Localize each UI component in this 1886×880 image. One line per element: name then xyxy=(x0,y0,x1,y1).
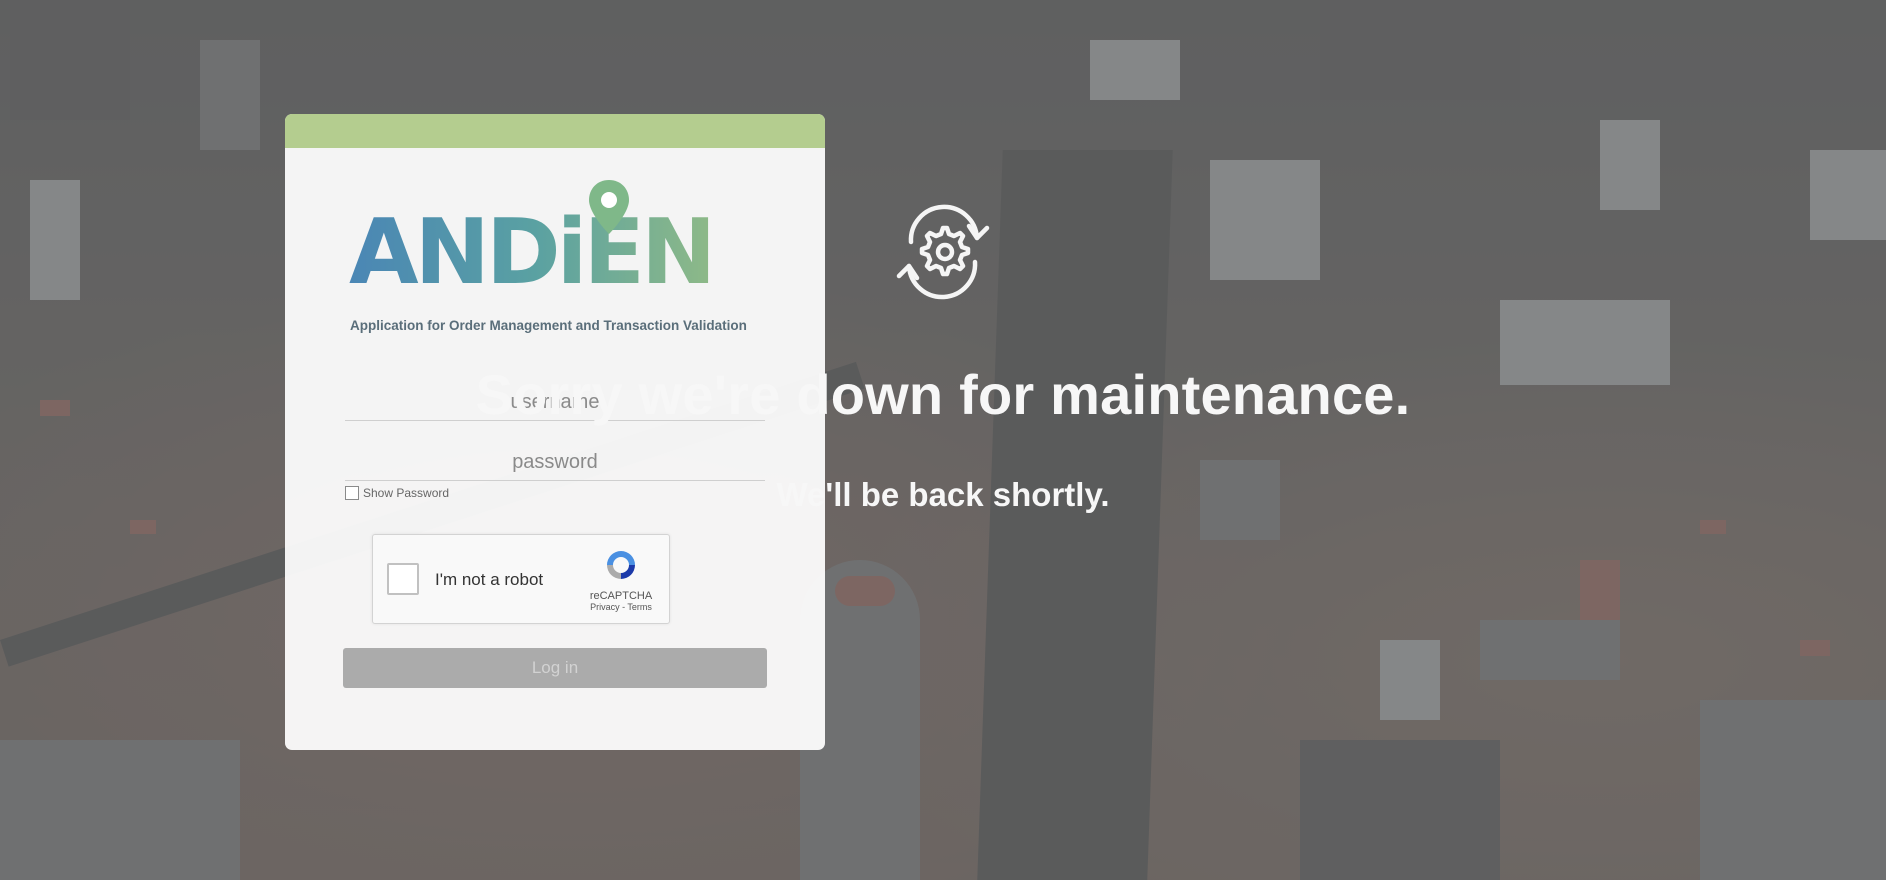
maintenance-title: Sorry we're down for maintenance. xyxy=(475,363,1411,426)
maintenance-subtitle: We'll be back shortly. xyxy=(776,476,1110,513)
maintenance-message: Sorry we're down for maintenance. We'll … xyxy=(0,0,1886,880)
gear-refresh-icon xyxy=(896,204,990,300)
